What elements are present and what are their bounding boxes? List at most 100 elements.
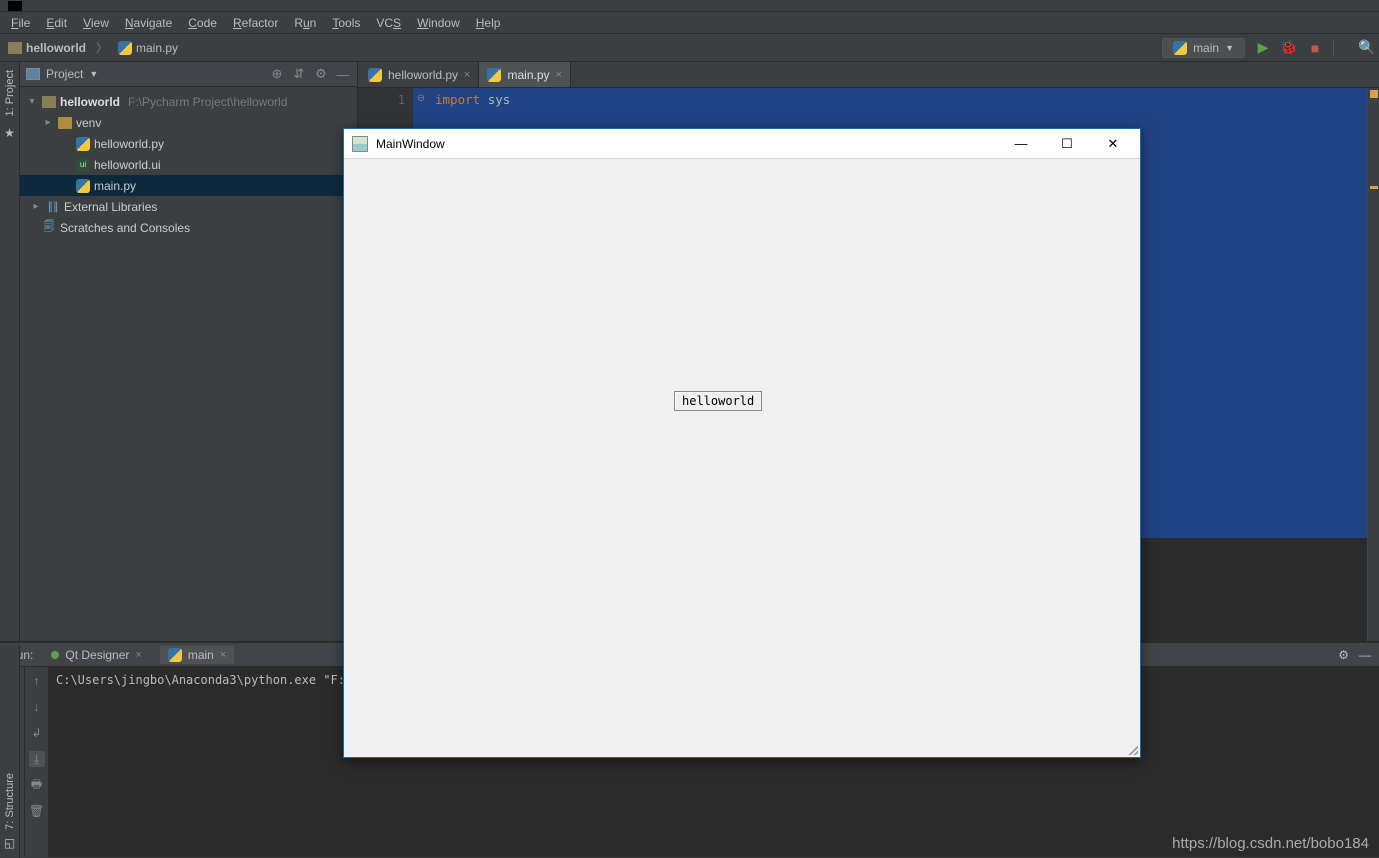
left-gutter: 1: Project ★ [0,62,20,641]
tree-item-helloworldpy[interactable]: helloworld.py [20,133,357,154]
dropdown-caret-icon: ▼ [1225,43,1234,53]
python-file-icon [76,179,90,193]
project-tool-window: Project ▼ ⊕ ⇵ ⚙ — ▾ helloworld F:\Pychar… [20,62,358,641]
close-tab-icon[interactable]: × [135,649,141,661]
project-panel-header: Project ▼ ⊕ ⇵ ⚙ — [20,62,357,87]
settings-icon[interactable]: ⚙ [313,66,329,82]
hide-panel-icon[interactable]: — [335,67,351,82]
tree-item-label: External Libraries [64,200,157,214]
expand-icon[interactable]: ▾ [26,96,38,107]
editor-tab-label: main.py [507,68,549,82]
run-button-icon[interactable]: ▶ [1255,40,1271,56]
project-tree[interactable]: ▾ helloworld F:\Pycharm Project\hellowor… [20,87,357,641]
identifier: sys [488,92,511,107]
warning-marker-icon[interactable] [1370,90,1378,98]
menu-help[interactable]: Help [469,14,508,32]
libraries-icon: ∥∥ [46,200,60,214]
bottom-left-gutter: 7: Structure ◱ [0,645,20,858]
marker-icon[interactable] [1370,186,1378,189]
breadcrumb-project-label: helloworld [26,41,86,55]
app-window-icon [352,136,368,152]
python-file-icon [487,68,501,82]
scratches-icon: 🗐 [42,221,56,235]
tree-item-helloworldui[interactable]: ui helloworld.ui [20,154,357,175]
expand-icon[interactable]: ▸ [42,117,54,128]
python-file-icon [118,41,132,55]
menu-edit[interactable]: Edit [39,14,74,32]
run-config-selector[interactable]: main ▼ [1162,38,1245,58]
breadcrumb-project[interactable]: helloworld [4,39,90,57]
menu-file[interactable]: File [4,14,37,32]
menu-window[interactable]: Window [410,14,467,32]
editor-tab-label: helloworld.py [388,68,458,82]
menu-refactor[interactable]: Refactor [226,14,285,32]
menu-code[interactable]: Code [181,14,224,32]
collapse-all-icon[interactable]: ⇵ [291,66,307,82]
debug-button-icon[interactable]: 🐞 [1281,40,1297,56]
run-tab-main[interactable]: main × [160,646,234,664]
menu-tools[interactable]: Tools [325,14,367,32]
tool-tab-favorites-icon[interactable]: ★ [2,122,17,144]
python-file-icon [1173,41,1187,55]
tree-item-label: venv [76,116,101,130]
close-tab-icon[interactable]: × [556,69,562,81]
tree-item-venv[interactable]: ▸ venv [20,112,357,133]
menu-vcs[interactable]: VCS [369,14,408,32]
minimize-button[interactable]: — [998,129,1044,159]
resize-grip-icon[interactable] [1126,743,1138,755]
close-tab-icon[interactable]: × [464,69,470,81]
project-panel-title-label: Project [46,67,83,81]
tree-root-label: helloworld [60,95,120,109]
tool-tab-project[interactable]: 1: Project [2,64,18,122]
tree-item-external-libraries[interactable]: ▸ ∥∥ External Libraries [20,196,357,217]
soft-wrap-icon[interactable]: ↲ [29,725,45,741]
menu-view[interactable]: View [76,14,116,32]
python-file-icon [368,68,382,82]
app-window-titlebar[interactable]: MainWindow — ☐ ✕ [344,129,1140,159]
run-tab-qtdesigner[interactable]: Qt Designer × [43,646,149,664]
menu-navigate[interactable]: Navigate [118,14,179,32]
search-icon[interactable]: 🔍 [1359,40,1375,56]
app-window-title: MainWindow [376,137,998,151]
editor-tab-helloworldpy[interactable]: helloworld.py × [360,62,479,87]
up-icon[interactable]: ↑ [29,673,45,689]
keyword: import [435,92,480,107]
tool-tab-structure[interactable]: 7: Structure [2,767,18,836]
hide-panel-icon[interactable]: — [1359,648,1371,662]
tree-item-mainpy[interactable]: main.py [20,175,357,196]
expand-icon[interactable]: ▸ [30,201,42,212]
update-button-icon[interactable] [1333,40,1349,56]
app-window: MainWindow — ☐ ✕ helloworld [343,128,1141,758]
project-panel-title[interactable]: Project ▼ [26,67,98,81]
tree-item-label: main.py [94,179,136,193]
run-left-toolbar-2: ↑ ↓ ↲ ⤓ 🖶 🗑 [24,667,48,857]
locate-icon[interactable]: ⊕ [269,66,285,82]
navigation-bar: helloworld 〉 main.py main ▼ ▶ 🐞 ■ 🔍 [0,34,1379,62]
menu-run[interactable]: Run [287,14,323,32]
delete-icon[interactable]: 🗑 [29,803,45,819]
editor-marker-bar[interactable] [1367,88,1379,641]
helloworld-button[interactable]: helloworld [674,391,762,411]
breadcrumb-separator: 〉 [94,39,110,56]
editor-tabs: helloworld.py × main.py × [358,62,1379,88]
close-tab-icon[interactable]: × [220,649,226,661]
watermark: https://blog.csdn.net/bobo184 [1172,835,1369,852]
tree-root[interactable]: ▾ helloworld F:\Pycharm Project\hellowor… [20,91,357,112]
stop-button-icon[interactable]: ■ [1307,40,1323,56]
dropdown-caret-icon: ▼ [89,69,98,79]
folder-icon [42,96,56,108]
tree-item-label: helloworld.ui [94,158,161,172]
down-icon[interactable]: ↓ [29,699,45,715]
breadcrumb-file[interactable]: main.py [114,39,182,57]
tool-windows-quick-access-icon[interactable]: ◱ [4,836,15,850]
window-titlebar [0,0,1379,12]
maximize-button[interactable]: ☐ [1044,129,1090,159]
print-icon[interactable]: 🖶 [29,777,45,793]
settings-icon[interactable]: ⚙ [1338,648,1349,662]
tree-item-scratches[interactable]: 🗐 Scratches and Consoles [20,217,357,238]
tree-root-path: F:\Pycharm Project\helloworld [128,95,287,109]
line-number: 1 [358,92,413,109]
close-button[interactable]: ✕ [1090,129,1136,159]
editor-tab-mainpy[interactable]: main.py × [479,62,570,87]
scroll-to-end-icon[interactable]: ⤓ [29,751,45,767]
